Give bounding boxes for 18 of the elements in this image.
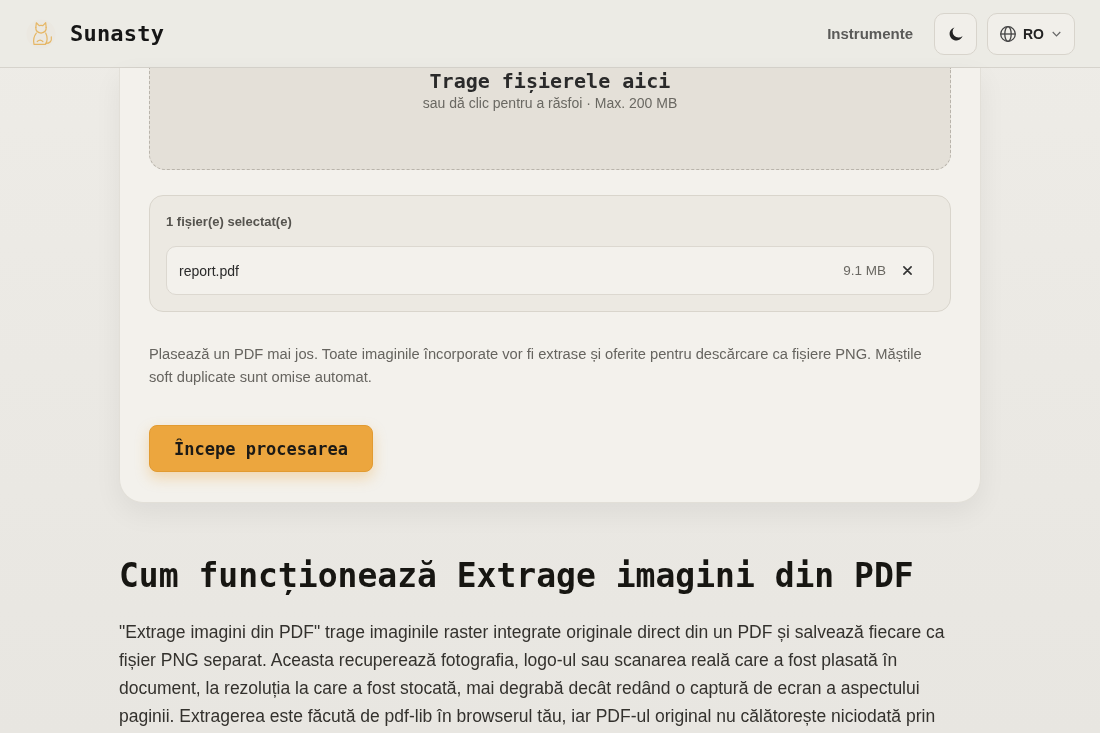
language-button[interactable]: RO: [987, 12, 1075, 55]
globe-icon: [1000, 25, 1016, 42]
close-icon: [902, 266, 912, 275]
theme-toggle-button[interactable]: [934, 12, 977, 55]
section-heading: Cum funcționează Extrage imagini din PDF: [119, 556, 914, 596]
file-name: report.pdf: [179, 262, 240, 279]
article-paragraph: "Extrage imagini din PDF" trage imaginile raster integrate originale direct din un PDF și salvează fiecare ca fișier PNG separat. Aceasta recuperează fotografia, logo-ul sau scanarea reală care a fost plasată în document, la rezoluția la care a fost stocată, mai degrabă decât redând o captură de ecran a aspectului paginii. Extragerea este făcută de pdf-lib în browserul tău, iar PDF-ul original nu călătorește niciodată prin: [119, 621, 946, 728]
brand-name[interactable]: Sunasty: [70, 21, 165, 46]
drop-zone-hint: sau dă clic pentru a răsfoi · Max. 200 MB: [422, 94, 678, 113]
moon-icon: [948, 26, 963, 41]
nav-link[interactable]: Instrumente: [827, 25, 913, 42]
caret-icon: [1052, 30, 1061, 37]
drop-zone-title: Trage fișierele aici: [429, 70, 671, 92]
selected-files-count: 1 fișier(e) selectat(e): [166, 213, 292, 231]
start-processing-button[interactable]: Începe procesarea: [149, 425, 373, 472]
drop-zone[interactable]: Trage fișierele aici sau dă clic pentru a răsfoi · Max. 200 MB: [149, 68, 951, 170]
instructions-text: Plasează un PDF mai jos. Toate imaginile încorporate vor fi extrase și oferite pentru descărcare ca fișiere PNG. Măștile soft duplicate sunt omise automat.: [149, 345, 923, 387]
file-size: 9.1 MB: [843, 263, 886, 278]
